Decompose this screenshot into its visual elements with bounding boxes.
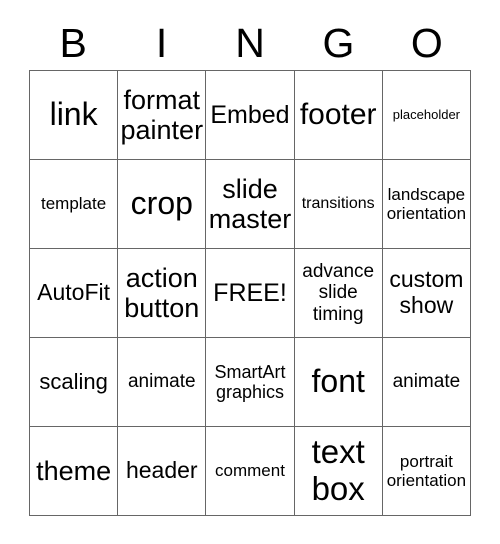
- bingo-cell-label: SmartArt graphics: [214, 361, 286, 402]
- bingo-cell-r5c5[interactable]: portrait orientation: [382, 427, 471, 516]
- bingo-cell-r2c1[interactable]: template: [30, 160, 119, 249]
- bingo-cell-label: link: [49, 96, 98, 133]
- bingo-cell-r2c3[interactable]: slide master: [206, 160, 295, 249]
- bingo-cell-label: format painter: [120, 84, 204, 145]
- bingo-cell-label: scaling: [39, 368, 108, 394]
- bingo-cell-r5c3[interactable]: comment: [206, 427, 295, 516]
- bingo-cell-r3c5[interactable]: custom show: [382, 249, 471, 338]
- bingo-cell-r2c2[interactable]: crop: [118, 160, 207, 249]
- bingo-header-letter-i: I: [155, 19, 168, 66]
- bingo-cell-label: text box: [311, 433, 365, 507]
- bingo-cell-r4c4[interactable]: font: [294, 338, 383, 427]
- bingo-header-letter-b: B: [59, 19, 87, 66]
- bingo-cell-r1c2[interactable]: format painter: [118, 71, 207, 160]
- bingo-cell-label: action button: [124, 262, 200, 323]
- bingo-cell-label: comment: [215, 461, 285, 481]
- bingo-cell-label: advance slide timing: [302, 261, 375, 325]
- bingo-cell-r1c3[interactable]: Embed: [206, 71, 295, 160]
- bingo-cell-label: animate: [127, 371, 196, 393]
- bingo-cell-label: custom show: [389, 266, 464, 318]
- bingo-cell-r4c1[interactable]: scaling: [30, 338, 119, 427]
- bingo-cell-label: footer: [299, 98, 377, 132]
- bingo-cell-label: animate: [392, 371, 461, 393]
- bingo-cell-r4c3[interactable]: SmartArt graphics: [206, 338, 295, 427]
- bingo-cell-r2c4[interactable]: transitions: [294, 160, 383, 249]
- bingo-cell-label: template: [40, 194, 107, 214]
- bingo-cell-label: transitions: [301, 195, 375, 213]
- bingo-cell-r1c5[interactable]: placeholder: [382, 71, 471, 160]
- bingo-cell-r4c5[interactable]: animate: [382, 338, 471, 427]
- bingo-cell-r5c2[interactable]: header: [118, 427, 207, 516]
- bingo-cell-r1c1[interactable]: link: [30, 71, 119, 160]
- bingo-cell-label: slide master: [208, 173, 292, 234]
- bingo-cell-label: placeholder: [392, 106, 460, 122]
- bingo-header-letter-o: O: [410, 19, 443, 66]
- bingo-header-row: B I N G O: [29, 16, 471, 70]
- bingo-cell-label: portrait orientation: [386, 451, 467, 490]
- bingo-cell-r2c5[interactable]: landscape orientation: [382, 160, 471, 249]
- bingo-cell-label: theme: [36, 455, 112, 486]
- bingo-cell-r3c1[interactable]: AutoFit: [30, 249, 119, 338]
- bingo-card: B I N G O link format painter Embed foot…: [0, 0, 500, 544]
- bingo-header-letter-n: N: [235, 19, 265, 66]
- bingo-grid: link format painter Embed footer placeho…: [29, 70, 471, 516]
- bingo-cell-label: crop: [130, 185, 193, 222]
- bingo-cell-r3c2[interactable]: action button: [118, 249, 207, 338]
- bingo-cell-r1c4[interactable]: footer: [294, 71, 383, 160]
- bingo-cell-r4c2[interactable]: animate: [118, 338, 207, 427]
- bingo-cell-label: AutoFit: [37, 279, 111, 306]
- bingo-cell-r5c1[interactable]: theme: [30, 427, 119, 516]
- bingo-cell-label: landscape orientation: [386, 184, 467, 223]
- bingo-cell-free-space[interactable]: FREE!: [206, 249, 295, 338]
- bingo-cell-label: FREE!: [213, 279, 287, 307]
- bingo-cell-label: Embed: [210, 101, 290, 129]
- bingo-cell-label: header: [125, 457, 198, 484]
- bingo-cell-r5c4[interactable]: text box: [294, 427, 383, 516]
- bingo-cell-label: font: [311, 363, 365, 400]
- bingo-cell-r3c4[interactable]: advance slide timing: [294, 249, 383, 338]
- bingo-header-letter-g: G: [322, 19, 355, 66]
